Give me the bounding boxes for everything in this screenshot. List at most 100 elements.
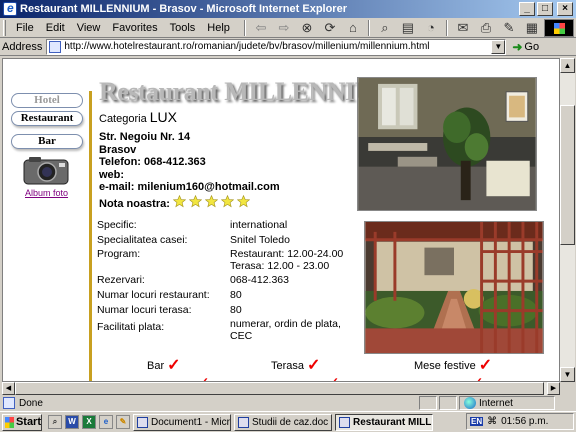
- task-document1[interactable]: Document1 - Microsoft ...: [133, 413, 231, 431]
- categoria: Categoria LUX: [99, 109, 177, 125]
- star-icon: [189, 195, 202, 208]
- scroll-right-icon[interactable]: ▶: [547, 382, 560, 395]
- detail-label-specialitate: Specialitatea casei:: [97, 234, 188, 246]
- ie-icon: [339, 416, 350, 428]
- edit-icon[interactable]: ✎: [499, 19, 519, 37]
- go-button[interactable]: ➜ Go: [512, 40, 539, 54]
- telefon: Telefon: 068-412.363: [99, 156, 206, 168]
- facility-terasa-label: Terasa: [271, 360, 305, 372]
- horizontal-scrollbar[interactable]: ◀ ▶: [2, 382, 560, 395]
- toolbar-grip: [3, 19, 6, 36]
- windows-logo-icon: [544, 19, 574, 37]
- detail-label-rezervari: Rezervari:: [97, 274, 145, 286]
- scroll-down-icon[interactable]: ▼: [560, 367, 575, 382]
- task-restaurant-millennium[interactable]: Restaurant MILLE...: [335, 413, 433, 431]
- camera-icon[interactable]: [23, 155, 69, 185]
- discuss-icon[interactable]: ▦: [522, 19, 542, 37]
- task-label: Studii de caz.doc - Micr...: [252, 416, 331, 428]
- vertical-scrollbar[interactable]: ▲ ▼: [560, 58, 575, 382]
- start-label: Start: [15, 416, 41, 428]
- nota-label: Nota noastra:: [99, 198, 170, 210]
- maximize-button[interactable]: □: [537, 2, 553, 16]
- status-bar: Done Internet: [0, 395, 576, 411]
- facility-mese-festive: Mese festive ✓: [414, 357, 493, 374]
- scroll-left-icon[interactable]: ◀: [2, 382, 15, 395]
- detail-value-rezervari: 068-412.363: [230, 274, 289, 286]
- stop-icon[interactable]: ⊗: [297, 19, 317, 37]
- close-button[interactable]: ×: [557, 2, 573, 16]
- address-url[interactable]: http://www.hotelrestaurant.ro/romanian/j…: [64, 41, 491, 52]
- divider-line: [89, 91, 92, 381]
- detail-value-program-restaurant: Restaurant: 12.00-24.00: [230, 248, 344, 260]
- favorites-icon[interactable]: ▤: [398, 19, 418, 37]
- nav-bar[interactable]: Bar: [11, 134, 83, 149]
- menu-file[interactable]: File: [10, 22, 40, 34]
- scroll-up-icon[interactable]: ▲: [560, 58, 575, 73]
- mail-icon[interactable]: ✉: [453, 19, 473, 37]
- refresh-icon[interactable]: ⟳: [320, 19, 340, 37]
- page-title: Restaurant MILLENNIUM: [99, 77, 397, 106]
- menu-tools[interactable]: Tools: [164, 22, 202, 34]
- nav-restaurant[interactable]: Restaurant: [11, 111, 83, 126]
- start-button[interactable]: Start: [2, 413, 42, 431]
- separator: [367, 19, 370, 36]
- terasa-photo: [364, 221, 544, 354]
- clock[interactable]: 01:56 p.m.: [501, 416, 548, 427]
- print-icon[interactable]: ⎙: [476, 19, 496, 37]
- status-segment: [439, 396, 457, 410]
- ie-icon[interactable]: e: [99, 415, 113, 429]
- detail-value-facilitati-plata-cec: CEC: [230, 330, 253, 342]
- address-line-2: Brasov: [99, 143, 137, 156]
- menu-edit[interactable]: Edit: [40, 22, 71, 34]
- system-tray: EN ⌘ 01:56 p.m.: [466, 413, 574, 430]
- detail-value-locuri-terasa: 80: [230, 304, 242, 316]
- toolbar: ⇦ ⇨ ⊗ ⟳ ⌂ ⌕ ▤ ◔ ✉ ⎙ ✎ ▦: [242, 19, 542, 37]
- menu-bar: File Edit View Favorites Tools Help ⇦ ⇨ …: [0, 18, 576, 38]
- rating-stars: [173, 195, 250, 208]
- check-icon: ✓: [199, 375, 210, 382]
- menu-favorites[interactable]: Favorites: [106, 22, 163, 34]
- back-icon[interactable]: ⇦: [251, 19, 271, 37]
- word-icon[interactable]: W: [65, 415, 79, 429]
- history-icon[interactable]: ◔: [421, 19, 441, 37]
- quick-launch: ⌕ W X e ✎: [48, 415, 130, 429]
- separator: [243, 19, 246, 36]
- check-icon: ✓: [329, 375, 340, 382]
- contact-block: Str. Negoiu Nr. 14 Brasov Telefon: 068-4…: [99, 131, 280, 194]
- home-icon[interactable]: ⌂: [343, 19, 363, 37]
- address-input[interactable]: http://www.hotelrestaurant.ro/romanian/j…: [46, 38, 507, 55]
- star-icon: [173, 195, 186, 208]
- language-indicator[interactable]: EN: [470, 417, 484, 426]
- search-icon[interactable]: ⌕: [48, 415, 62, 429]
- detail-label-locuri-terasa: Numar locuri terasa:: [97, 304, 192, 316]
- scroll-thumb[interactable]: [560, 105, 575, 245]
- email: e-mail: milenium160@hotmail.com: [99, 181, 280, 193]
- menu-help[interactable]: Help: [201, 22, 236, 34]
- go-label: Go: [524, 40, 540, 53]
- facility-bar-label: Bar: [147, 360, 165, 372]
- page-viewport: Hotel Restaurant Bar Album foto Restaura…: [2, 58, 560, 382]
- web: web:: [99, 168, 125, 181]
- restaurant-interior-photo: [357, 77, 537, 211]
- forward-icon[interactable]: ⇨: [274, 19, 294, 37]
- star-icon: [237, 195, 250, 208]
- ie-icon: [3, 1, 17, 16]
- check-icon: ✓: [478, 357, 493, 374]
- search-icon[interactable]: ⌕: [375, 19, 395, 37]
- excel-icon[interactable]: X: [82, 415, 96, 429]
- task-studii-de-caz[interactable]: Studii de caz.doc - Micr...: [234, 413, 332, 431]
- edit-icon[interactable]: ✎: [116, 415, 130, 429]
- check-icon: ✓: [307, 357, 321, 374]
- detail-value-specific: international: [230, 219, 288, 231]
- network-icon[interactable]: ⌘: [487, 416, 497, 427]
- nav-hotel[interactable]: Hotel: [11, 93, 83, 108]
- status-segment: [419, 396, 437, 410]
- horizontal-scroll-thumb[interactable]: [15, 382, 544, 395]
- album-foto-link[interactable]: Album foto: [25, 188, 68, 198]
- detail-label-locuri-restaurant: Numar locuri restaurant:: [97, 289, 210, 301]
- minimize-button[interactable]: _: [519, 2, 535, 16]
- address-dropdown-icon[interactable]: ▼: [491, 39, 506, 54]
- star-icon: [221, 195, 234, 208]
- menu-view[interactable]: View: [71, 22, 107, 34]
- word-icon: [137, 416, 148, 428]
